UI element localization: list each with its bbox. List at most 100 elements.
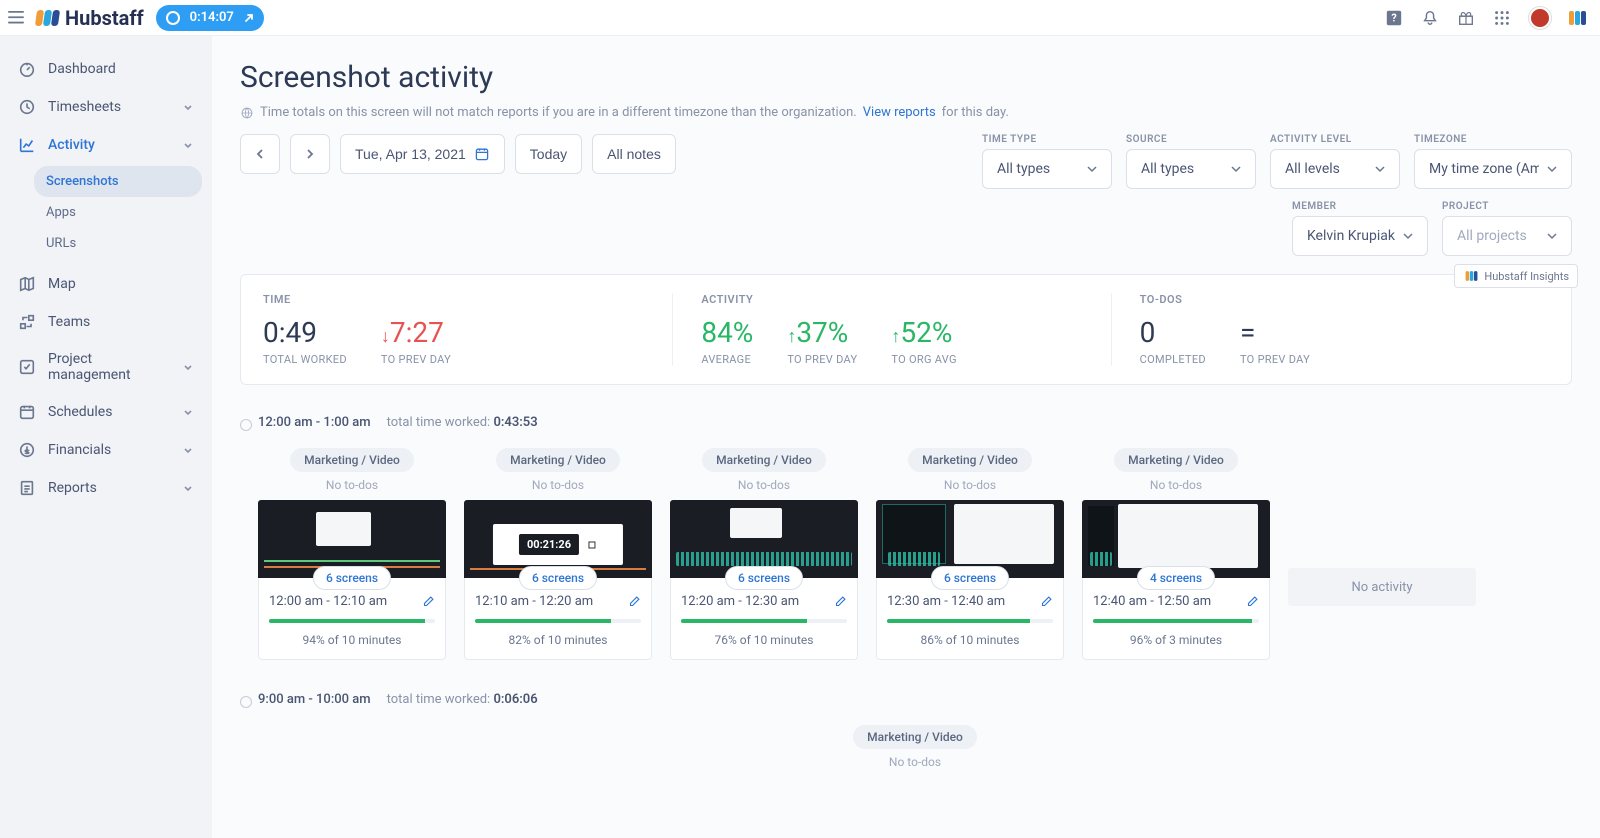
sidebar-item-dashboard[interactable]: Dashboard xyxy=(10,50,202,88)
topbar: Hubstaff 0:14:07 ? xyxy=(0,0,1600,36)
sidebar-item-activity[interactable]: Activity xyxy=(10,126,202,164)
time-range-label: 9:00 am - 10:00 am xyxy=(258,692,371,707)
filter-label-timezone: TIMEZONE xyxy=(1414,134,1572,145)
user-avatar[interactable] xyxy=(1529,7,1551,29)
screenshot-card[interactable]: Marketing / VideoNo to-dos xyxy=(821,725,1009,777)
project-pill[interactable]: Marketing / Video xyxy=(702,448,826,472)
edit-icon[interactable] xyxy=(1245,595,1259,609)
insights-badge[interactable]: Hubstaff Insights xyxy=(1454,264,1578,288)
project-pill[interactable]: Marketing / Video xyxy=(853,725,977,749)
sidebar-item-schedules[interactable]: Schedules xyxy=(10,393,202,431)
screens-pill[interactable]: 6 screens xyxy=(519,566,597,590)
chevron-down-icon xyxy=(182,444,194,456)
prev-day-button[interactable] xyxy=(240,134,280,174)
filter-label-project: PROJECT xyxy=(1442,201,1572,212)
map-icon xyxy=(18,275,36,293)
no-todos-label: No to-dos xyxy=(532,478,584,492)
screens-pill[interactable]: 6 screens xyxy=(931,566,1009,590)
gift-icon[interactable] xyxy=(1457,9,1475,27)
apps-grid-icon[interactable] xyxy=(1493,9,1511,27)
brand-name: Hubstaff xyxy=(65,6,144,30)
logo-mark-icon xyxy=(36,10,59,26)
cards-row: Marketing / Video No to-dos 6 screens 12:… xyxy=(240,448,1572,660)
screens-pill[interactable]: 6 screens xyxy=(313,566,391,590)
timezone-select[interactable]: My time zone (Ame xyxy=(1414,149,1572,189)
report-icon xyxy=(18,479,36,497)
timer-value: 0:14:07 xyxy=(190,10,234,25)
edit-icon[interactable] xyxy=(627,595,641,609)
sidebar-sub-apps[interactable]: Apps xyxy=(34,197,202,228)
today-button[interactable]: Today xyxy=(515,134,582,174)
sidebar-item-timesheets[interactable]: Timesheets xyxy=(10,88,202,126)
bell-icon[interactable] xyxy=(1421,9,1439,27)
stat-time-prev: ↓7:27 xyxy=(381,316,451,349)
screenshot-card[interactable]: Marketing / VideoNo to-dos 6 screens 12:… xyxy=(670,448,858,660)
filter-label-activity-level: ACTIVITY LEVEL xyxy=(1270,134,1400,145)
sidebar-sub-screenshots[interactable]: Screenshots xyxy=(34,166,202,197)
screens-pill[interactable]: 6 screens xyxy=(725,566,803,590)
project-select[interactable]: All projects xyxy=(1442,216,1572,256)
project-pill[interactable]: Marketing / Video xyxy=(290,448,414,472)
stat-total-worked: 0:49 xyxy=(263,316,347,349)
next-day-button[interactable] xyxy=(290,134,330,174)
sidebar-item-teams[interactable]: Teams xyxy=(10,303,202,341)
no-todos-label: No to-dos xyxy=(326,478,378,492)
card-time-range: 12:10 am - 12:20 am xyxy=(475,594,593,609)
clock-icon xyxy=(18,98,36,116)
time-block-header: 12:00 am - 1:00 amtotal time worked: 0:4… xyxy=(240,415,1572,430)
sidebar-item-map[interactable]: Map xyxy=(10,265,202,303)
activity-level-select[interactable]: All levels xyxy=(1270,149,1400,189)
timer-pill[interactable]: 0:14:07 xyxy=(156,5,264,31)
filter-label-member: MEMBER xyxy=(1292,201,1428,212)
sidebar-item-label: Financials xyxy=(48,442,111,458)
source-select[interactable]: All types xyxy=(1126,149,1256,189)
chevron-down-icon xyxy=(1087,164,1097,174)
edit-icon[interactable] xyxy=(421,595,435,609)
project-pill[interactable]: Marketing / Video xyxy=(496,448,620,472)
stat-activity-avg: 84% xyxy=(701,316,753,349)
activity-percent-label: 94% of 10 minutes xyxy=(269,633,435,647)
sidebar-sub-urls[interactable]: URLs xyxy=(34,228,202,259)
screenshot-body: 6 screens 12:30 am - 12:40 am 86% of 10 … xyxy=(876,578,1064,660)
no-activity-card: No activity xyxy=(1288,568,1476,606)
sidebar-item-reports[interactable]: Reports xyxy=(10,469,202,507)
filter-label-time-type: TIME TYPE xyxy=(982,134,1112,145)
globe-icon xyxy=(240,106,254,120)
stat-todos-prev: = xyxy=(1240,316,1310,349)
screenshot-body: 6 screens 12:10 am - 12:20 am 82% of 10 … xyxy=(464,578,652,660)
dollar-icon xyxy=(18,441,36,459)
activity-percent-label: 86% of 10 minutes xyxy=(887,633,1053,647)
screenshot-card[interactable]: Marketing / VideoNo to-dos 6 screens 12:… xyxy=(258,448,446,660)
check-icon xyxy=(18,358,36,376)
activity-progress xyxy=(269,619,435,623)
view-reports-link[interactable]: View reports xyxy=(863,105,936,120)
all-notes-button[interactable]: All notes xyxy=(592,134,676,174)
date-picker[interactable]: Tue, Apr 13, 2021 xyxy=(340,134,505,174)
time-block-header: 9:00 am - 10:00 amtotal time worked: 0:0… xyxy=(240,692,1572,707)
stopwatch-icon xyxy=(166,11,180,25)
chevron-down-icon xyxy=(182,361,194,373)
sidebar-item-financials[interactable]: Financials xyxy=(10,431,202,469)
gauge-icon xyxy=(18,60,36,78)
member-select[interactable]: Kelvin Krupiak xyxy=(1292,216,1428,256)
project-pill[interactable]: Marketing / Video xyxy=(908,448,1032,472)
stat-activity-prev: ↑37% xyxy=(787,316,857,349)
project-pill[interactable]: Marketing / Video xyxy=(1114,448,1238,472)
calendar-icon xyxy=(474,146,490,162)
help-icon[interactable]: ? xyxy=(1385,9,1403,27)
page-title: Screenshot activity xyxy=(240,60,1572,95)
edit-icon[interactable] xyxy=(1039,595,1053,609)
brand-logo[interactable]: Hubstaff xyxy=(36,6,144,30)
screenshot-card[interactable]: Marketing / Video No to-dos 6 screens 12:… xyxy=(876,448,1064,660)
edit-icon[interactable] xyxy=(833,595,847,609)
hubstaff-icon[interactable] xyxy=(1569,11,1586,25)
screens-pill[interactable]: 4 screens xyxy=(1137,566,1215,590)
sidebar-item-label: Dashboard xyxy=(48,61,116,77)
no-todos-label: No to-dos xyxy=(944,478,996,492)
time-type-select[interactable]: All types xyxy=(982,149,1112,189)
sidebar-item-project-management[interactable]: Project management xyxy=(10,341,202,393)
screenshot-card[interactable]: Marketing / VideoNo to-dos 4 screens 12:… xyxy=(1082,448,1270,660)
svg-text:?: ? xyxy=(1391,11,1396,24)
hamburger-icon[interactable] xyxy=(8,11,28,23)
screenshot-card[interactable]: Marketing / VideoNo to-dos00:21:26 6 scr… xyxy=(464,448,652,660)
